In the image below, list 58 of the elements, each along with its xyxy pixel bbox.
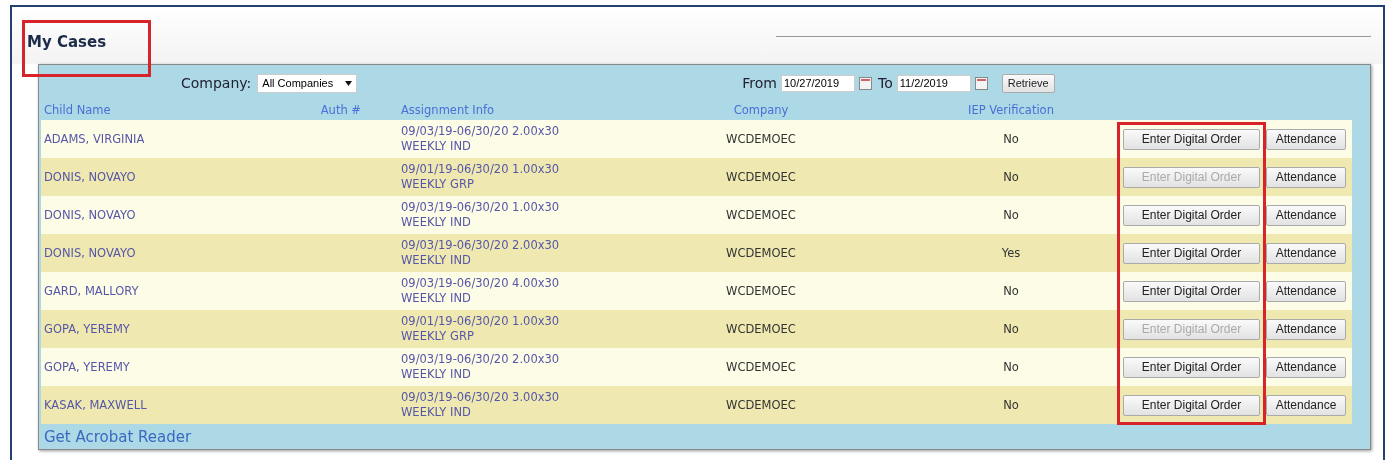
iep-cell: No xyxy=(1003,398,1019,412)
iep-cell: No xyxy=(1003,284,1019,298)
attendance-button[interactable]: Attendance xyxy=(1266,280,1346,302)
from-label: From xyxy=(742,75,777,91)
enter-digital-order-button[interactable]: Enter Digital Order xyxy=(1123,394,1260,416)
child-name-link[interactable]: GOPA, YEREMY xyxy=(44,322,130,336)
attendance-button[interactable]: Attendance xyxy=(1266,356,1346,378)
assignment-info: 09/03/19-06/30/20 1.00x30 WEEKLY IND xyxy=(401,200,561,230)
company-cell: WCDEMOEC xyxy=(726,208,796,222)
to-date-field[interactable]: 11/2/2019 xyxy=(896,74,971,92)
enter-digital-order-button[interactable]: Enter Digital Order xyxy=(1123,356,1260,378)
child-name-link[interactable]: KASAK, MAXWELL xyxy=(44,398,147,412)
assignment-info: 09/03/19-06/30/20 2.00x30 WEEKLY IND xyxy=(401,352,561,382)
assignment-info: 09/03/19-06/30/20 4.00x30 WEEKLY IND xyxy=(401,276,561,306)
company-cell: WCDEMOEC xyxy=(726,398,796,412)
assignment-info: 09/03/19-06/30/20 3.00x30 WEEKLY IND xyxy=(401,390,561,420)
attendance-button[interactable]: Attendance xyxy=(1266,204,1346,226)
acrobat-link[interactable]: Get Acrobat Reader xyxy=(41,427,192,446)
company-cell: WCDEMOEC xyxy=(726,170,796,184)
attendance-button[interactable]: Attendance xyxy=(1266,394,1346,416)
attendance-button[interactable]: Attendance xyxy=(1266,242,1346,264)
company-cell: WCDEMOEC xyxy=(726,246,796,260)
iep-cell: No xyxy=(1003,208,1019,222)
child-name-link[interactable]: ADAMS, VIRGINIA xyxy=(44,132,145,146)
assignment-info: 09/03/19-06/30/20 2.00x30 WEEKLY IND xyxy=(401,238,561,268)
calendar-icon[interactable] xyxy=(974,76,988,90)
company-dropdown[interactable]: All Companies xyxy=(257,73,358,93)
iep-cell: Yes xyxy=(1001,246,1021,260)
enter-digital-order-button[interactable]: Enter Digital Order xyxy=(1123,242,1260,264)
child-name-link[interactable]: GOPA, YEREMY xyxy=(44,360,130,374)
child-name-link[interactable]: GARD, MALLORY xyxy=(44,284,139,298)
enter-digital-order-button[interactable]: Enter Digital Order xyxy=(1123,204,1260,226)
company-cell: WCDEMOEC xyxy=(726,284,796,298)
iep-cell: No xyxy=(1003,170,1019,184)
to-label: To xyxy=(878,75,893,91)
attendance-button[interactable]: Attendance xyxy=(1266,318,1346,340)
company-label: Company: xyxy=(181,75,252,91)
from-date-field[interactable]: 10/27/2019 xyxy=(781,74,855,92)
calendar-icon[interactable] xyxy=(859,76,872,90)
child-name-link[interactable]: DONIS, NOVAYO xyxy=(44,170,136,184)
company-cell: WCDEMOEC xyxy=(726,322,796,336)
attendance-button[interactable]: Attendance xyxy=(1266,166,1346,188)
page-title: My Cases xyxy=(27,33,107,51)
iep-cell: No xyxy=(1003,360,1019,374)
iep-cell: No xyxy=(1003,322,1019,336)
enter-digital-order-button[interactable]: Enter Digital Order xyxy=(1123,128,1260,150)
company-cell: WCDEMOEC xyxy=(726,360,796,374)
caret-icon xyxy=(345,80,353,86)
company-cell: WCDEMOEC xyxy=(726,132,796,146)
attendance-button[interactable]: Attendance xyxy=(1266,128,1346,150)
assignment-info: 09/01/19-06/30/20 1.00x30 WEEKLY GRP xyxy=(401,314,561,344)
enter-digital-order-button[interactable]: Enter Digital Order xyxy=(1123,280,1260,302)
child-name-link[interactable]: DONIS, NOVAYO xyxy=(44,208,136,222)
assignment-info: 09/01/19-06/30/20 1.00x30 WEEKLY GRP xyxy=(401,162,561,192)
retrieve-button[interactable]: Retrieve xyxy=(1001,73,1055,93)
iep-cell: No xyxy=(1003,132,1019,146)
assignment-info: 09/03/19-06/30/20 2.00x30 WEEKLY IND xyxy=(401,124,561,154)
child-name-link[interactable]: DONIS, NOVAYO xyxy=(44,246,136,260)
